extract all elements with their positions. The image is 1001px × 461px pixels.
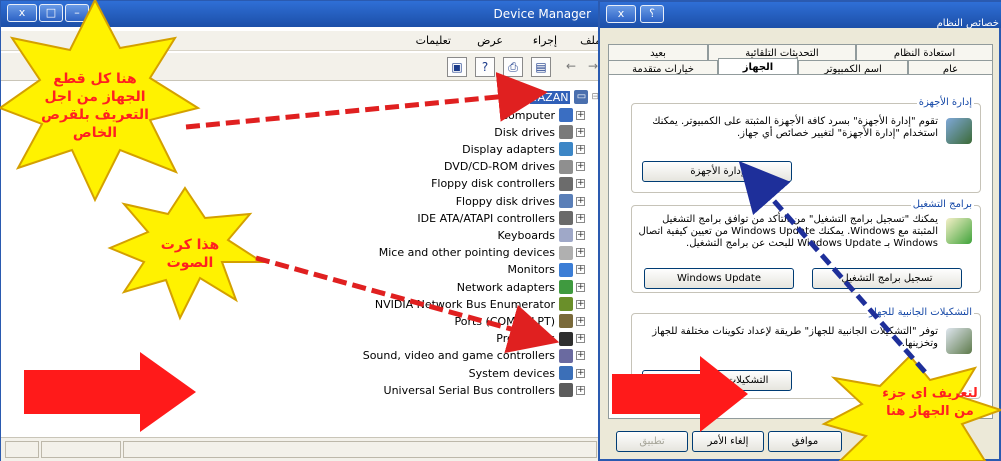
- dashed-arrow-to-root: [185, 71, 548, 130]
- big-red-arrow-right: [612, 356, 748, 432]
- dashed-arrow-to-sound: [255, 255, 560, 354]
- callout-text-left: هنا كل قطع الجهاز من اجل التعريف بلقرص ا…: [41, 71, 149, 141]
- callout-text-right: لتعريف اى جزء من الجهاز هنا: [882, 386, 978, 419]
- dashed-arrow-to-device-manager-button: [738, 161, 927, 374]
- callout-text-sound: هذا كرت الصوت: [160, 237, 220, 271]
- big-red-arrow-left: [24, 352, 196, 432]
